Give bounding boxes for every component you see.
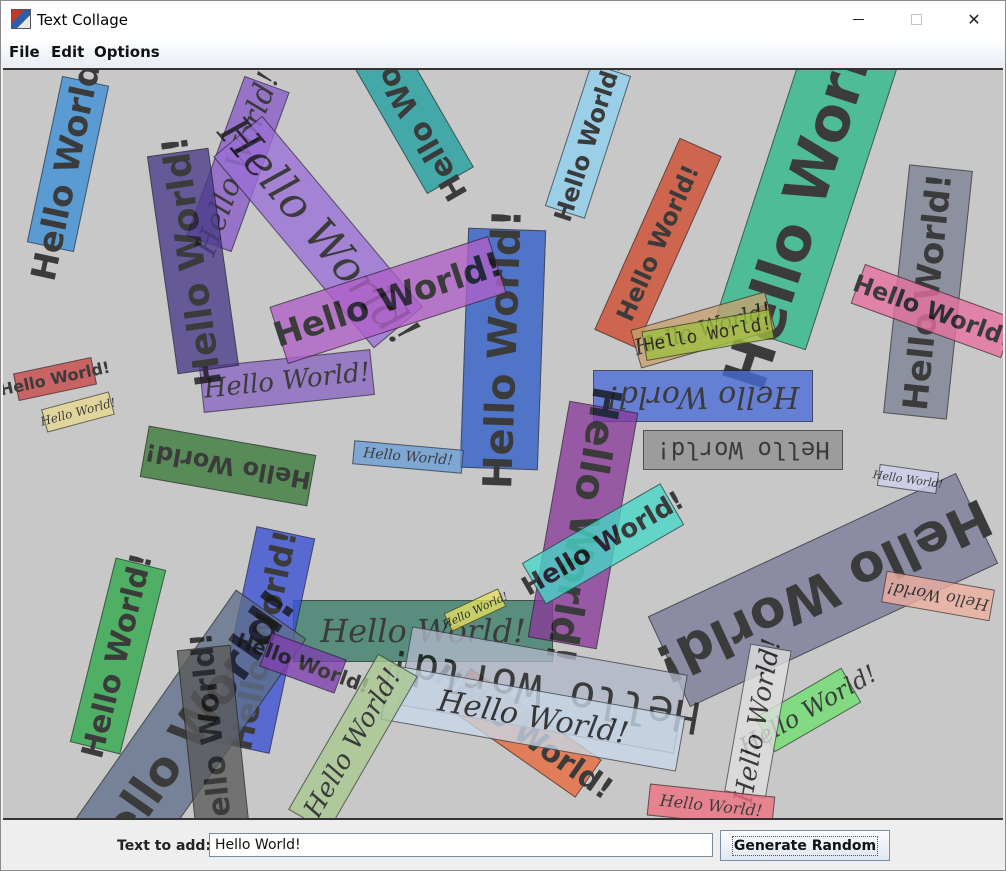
collage-stamp: Hello World! [872,463,944,495]
collage-canvas[interactable]: Hello World! Hello World! Hello World! H… [3,68,1003,820]
window-title: Text Collage [37,11,129,29]
input-toolbar: Text to add: Generate Random [1,822,1005,870]
close-icon: ✕ [967,9,981,29]
close-button[interactable]: ✕ [951,1,997,37]
collage-stamp: Hello World! [139,425,317,507]
collage-stamp: Hello World! [340,70,475,207]
generate-random-button[interactable]: Generate Random [720,830,890,861]
collage-stamp: Hello World! [3,356,112,402]
maximize-button[interactable] [893,1,939,37]
collage-stamp: Hello World! [39,391,117,433]
generate-random-label: Generate Random [731,835,879,856]
text-to-add-label: Text to add: [117,838,212,854]
app-icon [11,9,31,29]
title-bar: Text Collage ✕ [1,1,1005,38]
minimize-icon [852,18,864,20]
collage-stamp: Hello World! [544,70,632,225]
collage-stamp: Hello World! [352,440,464,474]
minimize-button[interactable] [835,1,881,37]
text-to-add-input[interactable] [209,833,713,857]
maximize-icon [910,13,922,25]
menu-edit[interactable]: Edit [51,43,84,61]
collage-stamp: Hello World! [643,430,843,470]
menu-file[interactable]: File [9,43,40,61]
app-window: Text Collage ✕ File Edit Options Hello W… [0,0,1006,871]
collage-stamp: Hello World! [23,68,113,285]
menu-options[interactable]: Options [94,43,160,61]
menu-bar: File Edit Options [1,38,1005,66]
